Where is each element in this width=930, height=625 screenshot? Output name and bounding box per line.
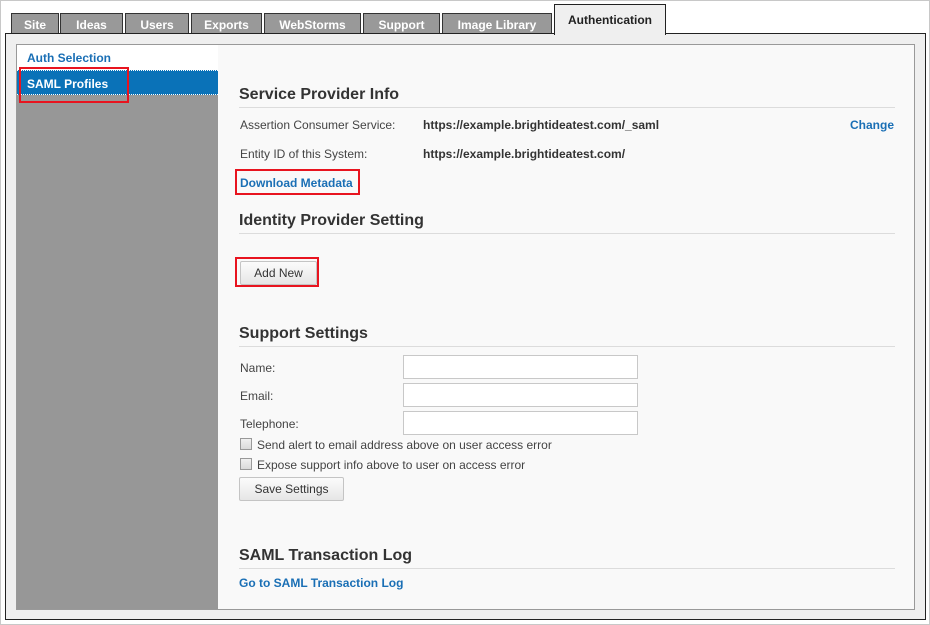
entity-id-value: https://example.brightideatest.com/ [423,147,626,161]
tab-users[interactable]: Users [125,13,189,35]
telephone-label: Telephone: [240,417,299,431]
save-settings-button[interactable]: Save Settings [239,477,344,501]
divider [239,568,895,569]
tab-ideas[interactable]: Ideas [60,13,123,35]
section-title-transaction-log: SAML Transaction Log [239,547,413,564]
divider [239,233,895,234]
send-alert-label: Send alert to email address above on use… [257,438,552,452]
email-label: Email: [240,389,274,403]
expose-support-checkbox[interactable] [240,458,252,470]
name-input[interactable] [403,355,638,379]
transaction-log-link[interactable]: Go to SAML Transaction Log [239,576,403,590]
section-title-identity-provider: Identity Provider Setting [239,212,424,229]
sidebar: Auth Selection SAML Profiles [17,45,218,609]
telephone-input[interactable] [403,411,638,435]
highlight-box [19,67,129,103]
main-content: Service Provider Info Assertion Consumer… [218,45,914,609]
expose-support-label: Expose support info above to user on acc… [257,458,526,472]
tab-webstorms[interactable]: WebStorms [264,13,361,35]
divider [239,107,895,108]
email-input[interactable] [403,383,638,407]
tab-site[interactable]: Site [11,13,59,35]
send-alert-checkbox[interactable] [240,438,252,450]
acs-value: https://example.brightideatest.com/_saml [423,118,660,132]
content-panel: Auth Selection SAML Profiles Service Pro… [16,44,915,610]
name-label: Name: [240,361,276,375]
acs-label: Assertion Consumer Service: [240,118,396,132]
content-frame: Auth Selection SAML Profiles Service Pro… [5,33,926,620]
section-title-service-provider: Service Provider Info [239,86,400,103]
entity-id-label: Entity ID of this System: [240,147,368,161]
tab-image-library[interactable]: Image Library [442,13,552,35]
tab-bar: Site Ideas Users Exports WebStorms Suppo… [6,4,926,35]
change-link[interactable]: Change [850,118,894,132]
highlight-box [235,169,360,195]
section-title-support-settings: Support Settings [239,325,368,342]
tab-authentication[interactable]: Authentication [554,4,666,35]
divider [239,346,895,347]
highlight-box [235,257,319,287]
tab-exports[interactable]: Exports [191,13,262,35]
tab-support[interactable]: Support [363,13,440,35]
